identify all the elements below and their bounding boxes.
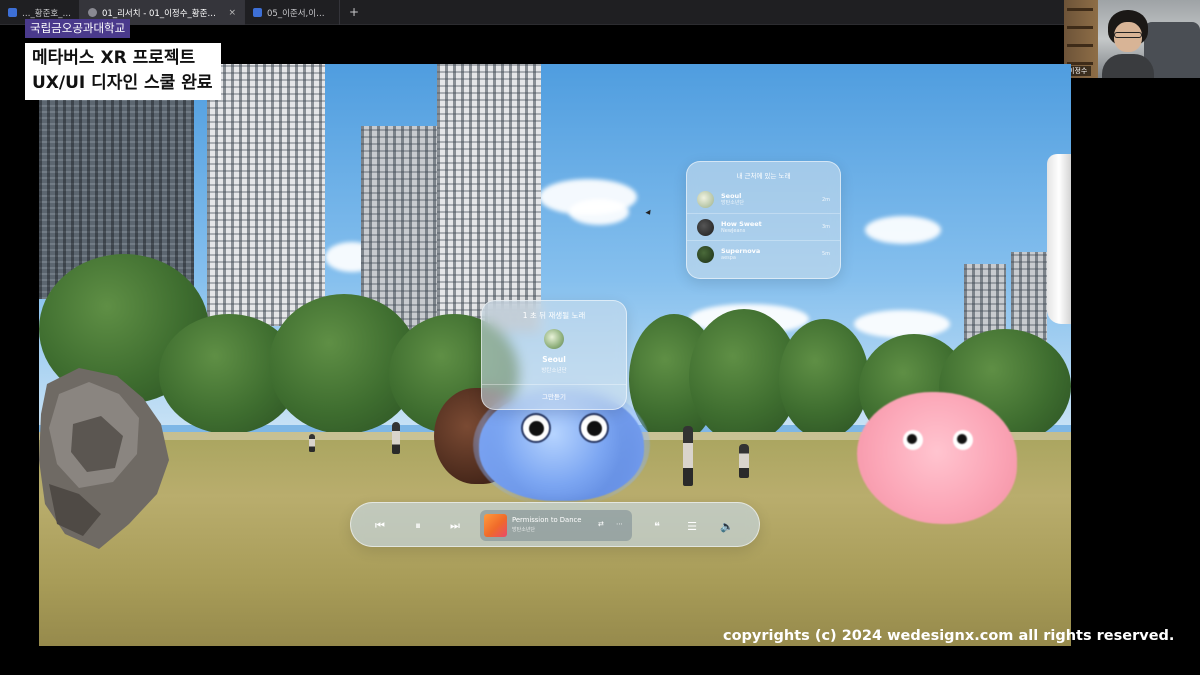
new-tab-button[interactable]: + xyxy=(340,0,368,24)
song-distance: 3m xyxy=(821,224,830,230)
eye xyxy=(953,430,973,450)
shuffle-icon[interactable]: ⇄ xyxy=(598,520,604,528)
cloud xyxy=(865,216,941,244)
album-art xyxy=(697,218,714,236)
rock-object xyxy=(39,368,169,549)
lyrics-icon[interactable]: ❝ xyxy=(648,517,666,535)
song-title: How Sweet xyxy=(721,219,762,228)
presenter xyxy=(1102,10,1154,78)
now-playing-song: Permission to Dance xyxy=(512,516,582,524)
nearby-songs-panel: 내 근처에 있는 노래 Seoul 방탄소년단 2m How Sweet New… xyxy=(686,161,841,279)
volume-icon[interactable]: 🔈 xyxy=(718,517,736,535)
caption-line-1: 메타버스 XR 프로젝트 xyxy=(32,48,196,68)
nearby-song-item[interactable]: Supernova aespa 5m xyxy=(687,240,840,267)
song-artist: aespa xyxy=(721,254,736,261)
person xyxy=(739,444,749,478)
person xyxy=(683,426,693,486)
tab-3[interactable]: 05_이준서,이지효 xyxy=(245,0,340,25)
song-artist: NewJeans xyxy=(721,227,746,234)
now-playing[interactable]: Permission to Dance 방탄소년단 ⇄ ⋯ xyxy=(480,510,632,541)
song-title: Seoul xyxy=(542,355,566,364)
close-icon[interactable]: × xyxy=(228,8,236,18)
video-frame: 내 근처에 있는 노래 Seoul 방탄소년단 2m How Sweet New… xyxy=(39,64,1071,646)
university-label: 국립금오공과대학교 xyxy=(25,19,131,38)
nearby-song-list: Seoul 방탄소년단 2m How Sweet NewJeans 3m Sup… xyxy=(687,186,840,267)
now-playing-artist: 방탄소년단 xyxy=(512,527,536,533)
song-distance: 5m xyxy=(821,251,830,257)
screen: …_황준호_윤현준 01_리서치 - 01_이정수_황준호_윤현 × 05_이준… xyxy=(0,0,1200,675)
panel-title: 1 초 뒤 재생될 노래 xyxy=(522,311,586,320)
next-track-icon[interactable]: ⏭ xyxy=(446,517,464,535)
building xyxy=(207,64,325,326)
building xyxy=(437,64,541,332)
nearby-song-item[interactable]: Seoul 방탄소년단 2m xyxy=(687,186,840,213)
song-distance: 2m xyxy=(821,196,830,203)
white-sculpture xyxy=(1047,154,1071,324)
album-art xyxy=(544,329,564,349)
person xyxy=(309,434,315,452)
tab-label: …_황준호_윤현준 xyxy=(22,8,71,19)
document-icon xyxy=(253,8,262,17)
eye xyxy=(903,430,923,450)
queue-icon[interactable]: ☰ xyxy=(683,517,701,535)
more-icon[interactable]: ⋯ xyxy=(616,520,623,528)
tab-label: 01_리서치 - 01_이정수_황준호_윤현 xyxy=(102,8,224,19)
panel-title: 내 근처에 있는 노래 xyxy=(736,172,791,180)
cloud xyxy=(569,199,629,225)
divider xyxy=(482,384,626,385)
song-title: Seoul xyxy=(721,192,742,200)
play-icon xyxy=(88,8,97,17)
eye xyxy=(521,413,551,443)
next-song-panel: 1 초 뒤 재생될 노래 Seoul 방탄소년단 그만듣기 xyxy=(481,300,627,410)
pause-icon[interactable]: ⏸ xyxy=(409,517,427,535)
browser-tab-bar: …_황준호_윤현준 01_리서치 - 01_이정수_황준호_윤현 × 05_이준… xyxy=(0,0,1064,25)
webcam-thumbnail: 이정수 xyxy=(1064,0,1200,78)
song-title: Supernova xyxy=(721,246,761,255)
song-artist: 방탄소년단 xyxy=(541,368,567,374)
stop-listening-button[interactable]: 그만듣기 xyxy=(482,391,626,401)
album-art xyxy=(697,245,714,263)
document-icon xyxy=(8,8,17,17)
copyright-notice: copyrights (c) 2024 wedesignx.com all ri… xyxy=(723,628,1175,644)
eye xyxy=(579,413,609,443)
person xyxy=(392,422,400,454)
previous-track-icon[interactable]: ⏮ xyxy=(371,517,389,535)
tab-label: 05_이준서,이지효 xyxy=(267,8,331,19)
nearby-song-item[interactable]: How Sweet NewJeans 3m xyxy=(687,213,840,240)
course-caption: 메타버스 XR 프로젝트 UX/UI 디자인 스쿨 완료 xyxy=(25,43,221,100)
music-player-bar: ⏮ ⏸ ⏭ Permission to Dance 방탄소년단 ⇄ ⋯ ❝ ☰ … xyxy=(350,502,760,547)
caption-line-2: UX/UI 디자인 스쿨 완료 xyxy=(32,73,213,93)
album-art xyxy=(484,514,507,537)
song-artist: 방탄소년단 xyxy=(721,200,745,206)
album-art xyxy=(697,191,714,208)
